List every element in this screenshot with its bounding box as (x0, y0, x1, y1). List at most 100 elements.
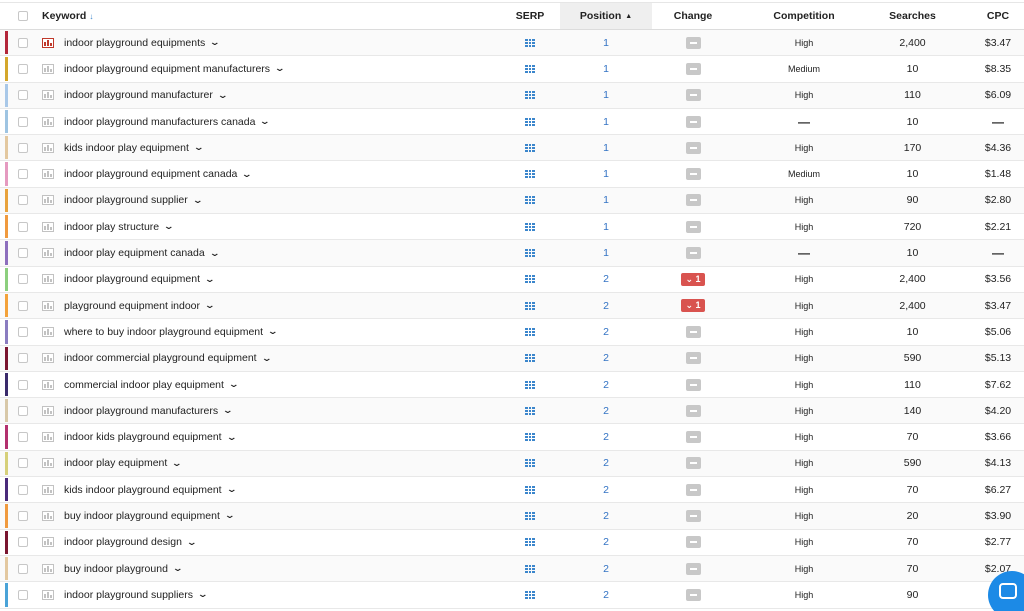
serp-cell[interactable] (510, 293, 550, 318)
serp-table-icon[interactable] (525, 301, 535, 310)
position-link[interactable]: 2 (603, 431, 609, 443)
serp-table-icon[interactable] (525, 485, 535, 494)
position-link[interactable]: 1 (603, 63, 609, 75)
row-checkbox[interactable] (18, 563, 28, 574)
chart-toggle-cell[interactable] (41, 372, 55, 397)
serp-table-icon[interactable] (525, 433, 535, 442)
serp-table-icon[interactable] (525, 590, 535, 599)
select-all-checkbox[interactable] (18, 11, 28, 21)
chevron-down-icon[interactable]: ⌄ (228, 379, 239, 390)
serp-cell[interactable] (510, 398, 550, 423)
keyword-cell[interactable]: buy indoor playground ⌄ (64, 556, 494, 581)
row-checkbox[interactable] (18, 537, 28, 548)
position-link[interactable]: 2 (603, 589, 609, 601)
chevron-down-icon[interactable]: ⌄ (217, 90, 228, 101)
position-link[interactable]: 2 (603, 379, 609, 391)
keyword-cell[interactable]: indoor playground manufacturers ⌄ (64, 398, 494, 423)
serp-cell[interactable] (510, 451, 550, 476)
chart-icon[interactable] (42, 353, 54, 364)
serp-cell[interactable] (510, 346, 550, 371)
position-cell[interactable]: 1 (560, 214, 652, 239)
chart-icon[interactable] (42, 142, 54, 153)
position-cell[interactable]: 1 (560, 135, 652, 160)
position-cell[interactable]: 1 (560, 56, 652, 81)
position-cell[interactable]: 2 (560, 372, 652, 397)
keyword-text[interactable]: buy indoor playground equipment (64, 510, 220, 522)
row-checkbox[interactable] (18, 142, 28, 153)
keyword-cell[interactable]: indoor playground equipment manufacturer… (64, 56, 494, 81)
serp-cell[interactable] (510, 556, 550, 581)
chart-toggle-cell[interactable] (41, 556, 55, 581)
position-link[interactable]: 1 (603, 247, 609, 259)
keyword-cell[interactable]: indoor playground manufacturers canada ⌄ (64, 109, 494, 134)
position-cell[interactable]: 2 (560, 530, 652, 555)
keyword-cell[interactable]: where to buy indoor playground equipment… (64, 319, 494, 344)
chart-toggle-cell[interactable] (41, 582, 55, 607)
position-cell[interactable]: 2 (560, 293, 652, 318)
serp-cell[interactable] (510, 372, 550, 397)
keyword-cell[interactable]: indoor playground equipment ⌄ (64, 267, 494, 292)
keyword-text[interactable]: indoor play equipment (64, 457, 167, 469)
keyword-cell[interactable]: indoor play equipment canada ⌄ (64, 240, 494, 265)
position-link[interactable]: 1 (603, 221, 609, 233)
row-checkbox[interactable] (18, 510, 28, 521)
serp-cell[interactable] (510, 109, 550, 134)
keyword-text[interactable]: indoor play structure (64, 221, 159, 233)
chart-toggle-cell[interactable] (41, 83, 55, 108)
position-cell[interactable]: 2 (560, 503, 652, 528)
position-cell[interactable]: 1 (560, 109, 652, 134)
serp-table-icon[interactable] (525, 91, 535, 100)
serp-table-icon[interactable] (525, 222, 535, 231)
row-checkbox[interactable] (18, 221, 28, 232)
keyword-cell[interactable]: kids indoor playground equipment ⌄ (64, 477, 494, 502)
chart-toggle-cell[interactable] (41, 135, 55, 160)
chevron-down-icon[interactable]: ⌄ (260, 116, 271, 127)
keyword-text[interactable]: indoor playground suppliers (64, 589, 193, 601)
serp-cell[interactable] (510, 267, 550, 292)
keyword-text[interactable]: indoor playground equipments (64, 37, 205, 49)
keyword-cell[interactable]: indoor play structure ⌄ (64, 214, 494, 239)
chevron-down-icon[interactable]: ⌄ (261, 353, 272, 364)
position-cell[interactable]: 1 (560, 83, 652, 108)
keyword-text[interactable]: indoor playground manufacturers (64, 405, 218, 417)
chart-toggle-cell[interactable] (41, 451, 55, 476)
keyword-cell[interactable]: indoor commercial playground equipment ⌄ (64, 346, 494, 371)
serp-cell[interactable] (510, 161, 550, 186)
serp-cell[interactable] (510, 56, 550, 81)
position-link[interactable]: 2 (603, 563, 609, 575)
position-cell[interactable]: 2 (560, 346, 652, 371)
keyword-cell[interactable]: playground equipment indoor ⌄ (64, 293, 494, 318)
keyword-cell[interactable]: indoor playground suppliers ⌄ (64, 582, 494, 607)
chevron-down-icon[interactable]: ⌄ (209, 37, 220, 48)
chart-icon[interactable] (42, 484, 54, 495)
chart-toggle-cell[interactable] (41, 188, 55, 213)
row-checkbox[interactable] (18, 484, 28, 495)
serp-table-icon[interactable] (525, 406, 535, 415)
chart-icon[interactable] (42, 589, 54, 600)
chevron-down-icon[interactable]: ⌄ (204, 300, 215, 311)
keyword-cell[interactable]: indoor playground design ⌄ (64, 530, 494, 555)
position-cell[interactable]: 2 (560, 451, 652, 476)
serp-cell[interactable] (510, 477, 550, 502)
row-checkbox[interactable] (18, 353, 28, 364)
keyword-cell[interactable]: indoor playground equipment canada ⌄ (64, 161, 494, 186)
chart-toggle-cell[interactable] (41, 293, 55, 318)
serp-table-icon[interactable] (525, 511, 535, 520)
serp-table-icon[interactable] (525, 354, 535, 363)
keyword-cell[interactable]: commercial indoor play equipment ⌄ (64, 372, 494, 397)
row-checkbox[interactable] (18, 432, 28, 443)
cpc-column-header[interactable]: CPC (968, 3, 1024, 29)
keyword-column-header[interactable]: Keyword ↓ (42, 3, 472, 29)
chevron-down-icon[interactable]: ⌄ (226, 432, 237, 443)
searches-column-header[interactable]: Searches (870, 3, 955, 29)
chart-icon[interactable] (42, 169, 54, 180)
chart-toggle-cell[interactable] (41, 56, 55, 81)
chevron-down-icon[interactable]: ⌄ (172, 563, 183, 574)
serp-cell[interactable] (510, 135, 550, 160)
keyword-text[interactable]: indoor playground design (64, 536, 182, 548)
row-checkbox[interactable] (18, 405, 28, 416)
keyword-cell[interactable]: indoor playground supplier ⌄ (64, 188, 494, 213)
chart-icon[interactable] (42, 300, 54, 311)
row-checkbox[interactable] (18, 458, 28, 469)
position-link[interactable]: 1 (603, 142, 609, 154)
